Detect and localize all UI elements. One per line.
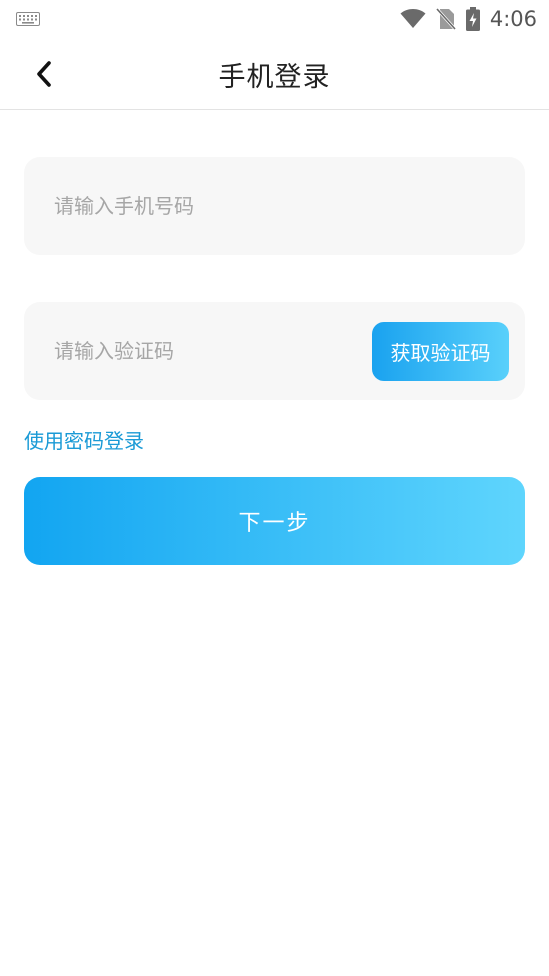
- phone-field: [24, 157, 525, 255]
- phone-input[interactable]: [54, 157, 374, 255]
- next-button[interactable]: 下一步: [24, 477, 525, 565]
- no-sim-icon: [435, 8, 456, 30]
- status-time: 4:06: [489, 7, 537, 31]
- status-left: [16, 12, 40, 26]
- status-bar: 4:06: [0, 0, 549, 38]
- page-title: 手机登录: [218, 61, 331, 93]
- app-header: 手机登录: [0, 38, 549, 110]
- keyboard-icon: [16, 12, 40, 26]
- password-login-link[interactable]: 使用密码登录: [24, 424, 144, 454]
- wifi-icon: [400, 9, 426, 29]
- status-right: 4:06: [400, 7, 537, 31]
- phone-login-screen: 4:06 手机登录 获取验证码 使用密码登录 下一步: [0, 0, 549, 976]
- battery-charging-icon: [465, 7, 480, 31]
- verification-code-input[interactable]: [54, 302, 374, 400]
- get-code-button[interactable]: 获取验证码: [372, 322, 509, 381]
- code-field: 获取验证码: [24, 302, 525, 400]
